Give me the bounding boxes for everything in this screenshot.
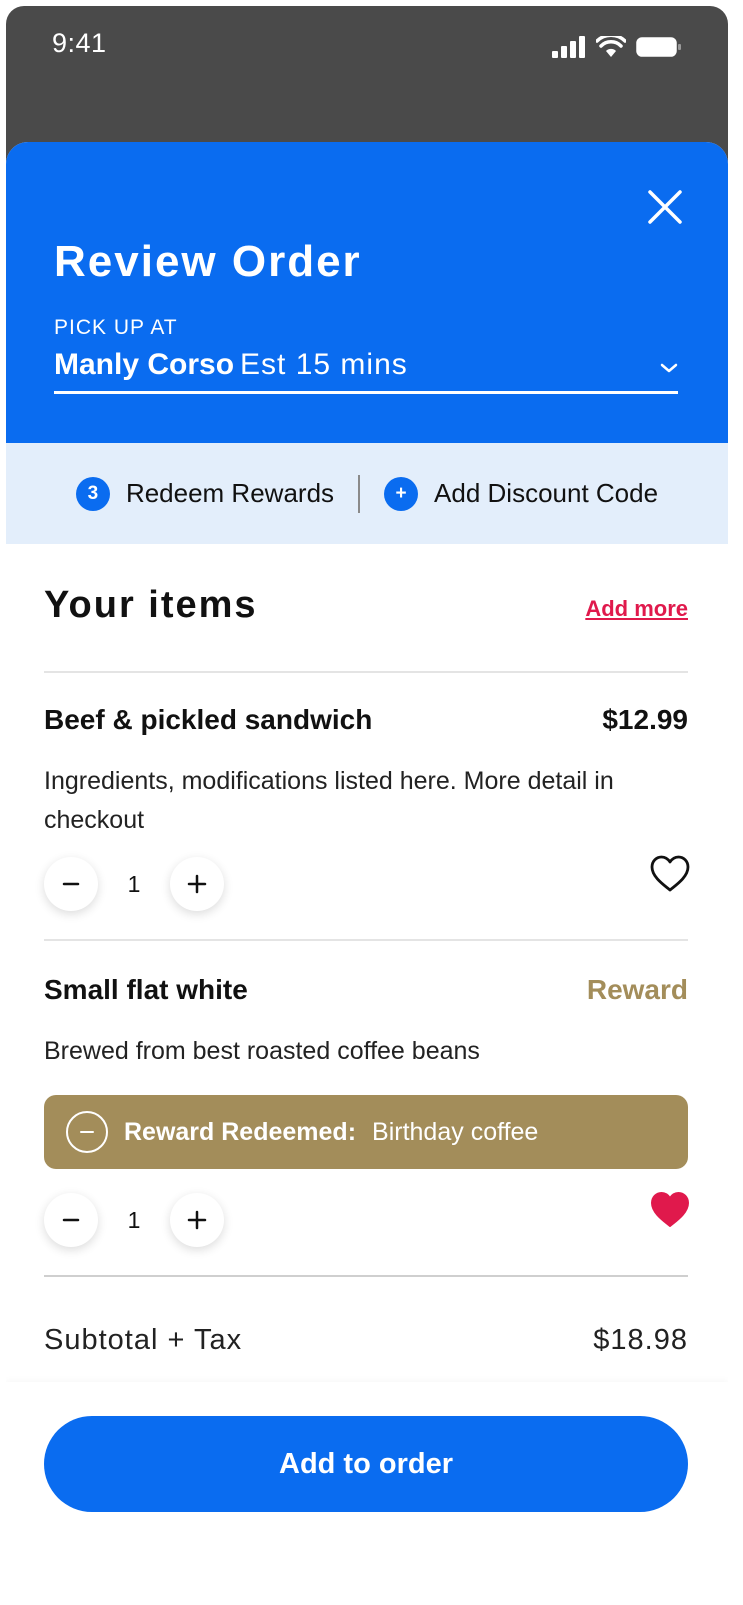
close-icon[interactable]: [644, 186, 686, 228]
minus-icon: [62, 1218, 80, 1222]
add-discount-code-label: Add Discount Code: [434, 478, 659, 508]
quantity-value: 1: [127, 870, 141, 897]
add-more-link[interactable]: Add more: [585, 596, 688, 622]
wifi-icon: [596, 36, 626, 57]
signal-icon: [552, 36, 585, 58]
pickup-label: PICK UP AT: [54, 316, 178, 339]
redeem-rewards-label: Redeem Rewards: [125, 478, 335, 508]
item-description: Brewed from best roasted coffee beans: [44, 1037, 480, 1065]
add-to-order-button[interactable]: Add to order: [44, 1416, 688, 1512]
heart-outline-icon[interactable]: [650, 855, 690, 893]
quantity-stepper: 1: [44, 857, 224, 911]
footer: Add to order: [6, 1382, 728, 1605]
battery-icon: [636, 37, 681, 57]
subtotal-row: Subtotal + Tax $18.98: [44, 1324, 688, 1357]
rewards-bar: 3 Redeem Rewards + Add Discount Code: [6, 443, 728, 544]
review-order-sheet: Review Order PICK UP AT Manly Corso Est 1…: [6, 142, 728, 1605]
add-discount-code-button[interactable]: + Add Discount Code: [384, 476, 659, 511]
minus-icon: [80, 1131, 94, 1133]
item-name: Small flat white: [44, 974, 248, 1005]
subtotal-value: $18.98: [593, 1324, 688, 1356]
plus-icon: [187, 874, 207, 894]
status-bar: 9:41: [6, 6, 728, 86]
phone-frame: 9:41 Review Order PICK UP AT Manly Corso…: [6, 6, 728, 1605]
item-name: Beef & pickled sandwich: [44, 704, 373, 735]
decrease-quantity-button[interactable]: [44, 1193, 98, 1247]
remove-reward-button[interactable]: [66, 1111, 108, 1153]
decrease-quantity-button[interactable]: [44, 857, 98, 911]
location-estimate: Est 15 mins: [240, 348, 408, 381]
plus-icon: +: [384, 476, 419, 511]
pickup-location-select[interactable]: Manly Corso Est 15 mins: [54, 348, 678, 394]
divider: [44, 1275, 688, 1277]
page-title: Review Order: [54, 237, 362, 286]
divider: [44, 671, 688, 673]
status-time: 9:41: [52, 28, 107, 58]
rewards-count-badge: 3: [75, 476, 110, 511]
increase-quantity-button[interactable]: [170, 857, 224, 911]
rewards-bar-divider: [358, 474, 361, 513]
items-title: Your items: [44, 584, 258, 626]
items-section-header: Your items Add more: [44, 584, 688, 634]
item-description: Ingredients, modifications listed here. …: [44, 767, 614, 834]
reward-redeemed-banner: Reward Redeemed: Birthday coffee: [44, 1095, 688, 1169]
minus-icon: [62, 882, 80, 886]
reward-redeemed-label: Reward Redeemed:: [124, 1117, 357, 1146]
subtotal-label: Subtotal + Tax: [44, 1324, 243, 1356]
increase-quantity-button[interactable]: [170, 1193, 224, 1247]
redeem-rewards-button[interactable]: 3 Redeem Rewards: [75, 476, 335, 511]
heart-filled-icon[interactable]: [650, 1191, 690, 1229]
item-price: $12.99: [602, 704, 688, 735]
status-icons: [552, 36, 682, 58]
reward-redeemed-value: Birthday coffee: [372, 1117, 539, 1146]
quantity-value: 1: [127, 1206, 141, 1233]
plus-icon: [187, 1210, 207, 1230]
quantity-stepper: 1: [44, 1193, 224, 1247]
location-name: Manly Corso: [54, 348, 235, 381]
divider: [44, 939, 688, 941]
chevron-down-icon: [660, 363, 678, 373]
item-price-reward: Reward: [586, 974, 688, 1005]
order-header: Review Order PICK UP AT Manly Corso Est 1…: [6, 142, 728, 443]
